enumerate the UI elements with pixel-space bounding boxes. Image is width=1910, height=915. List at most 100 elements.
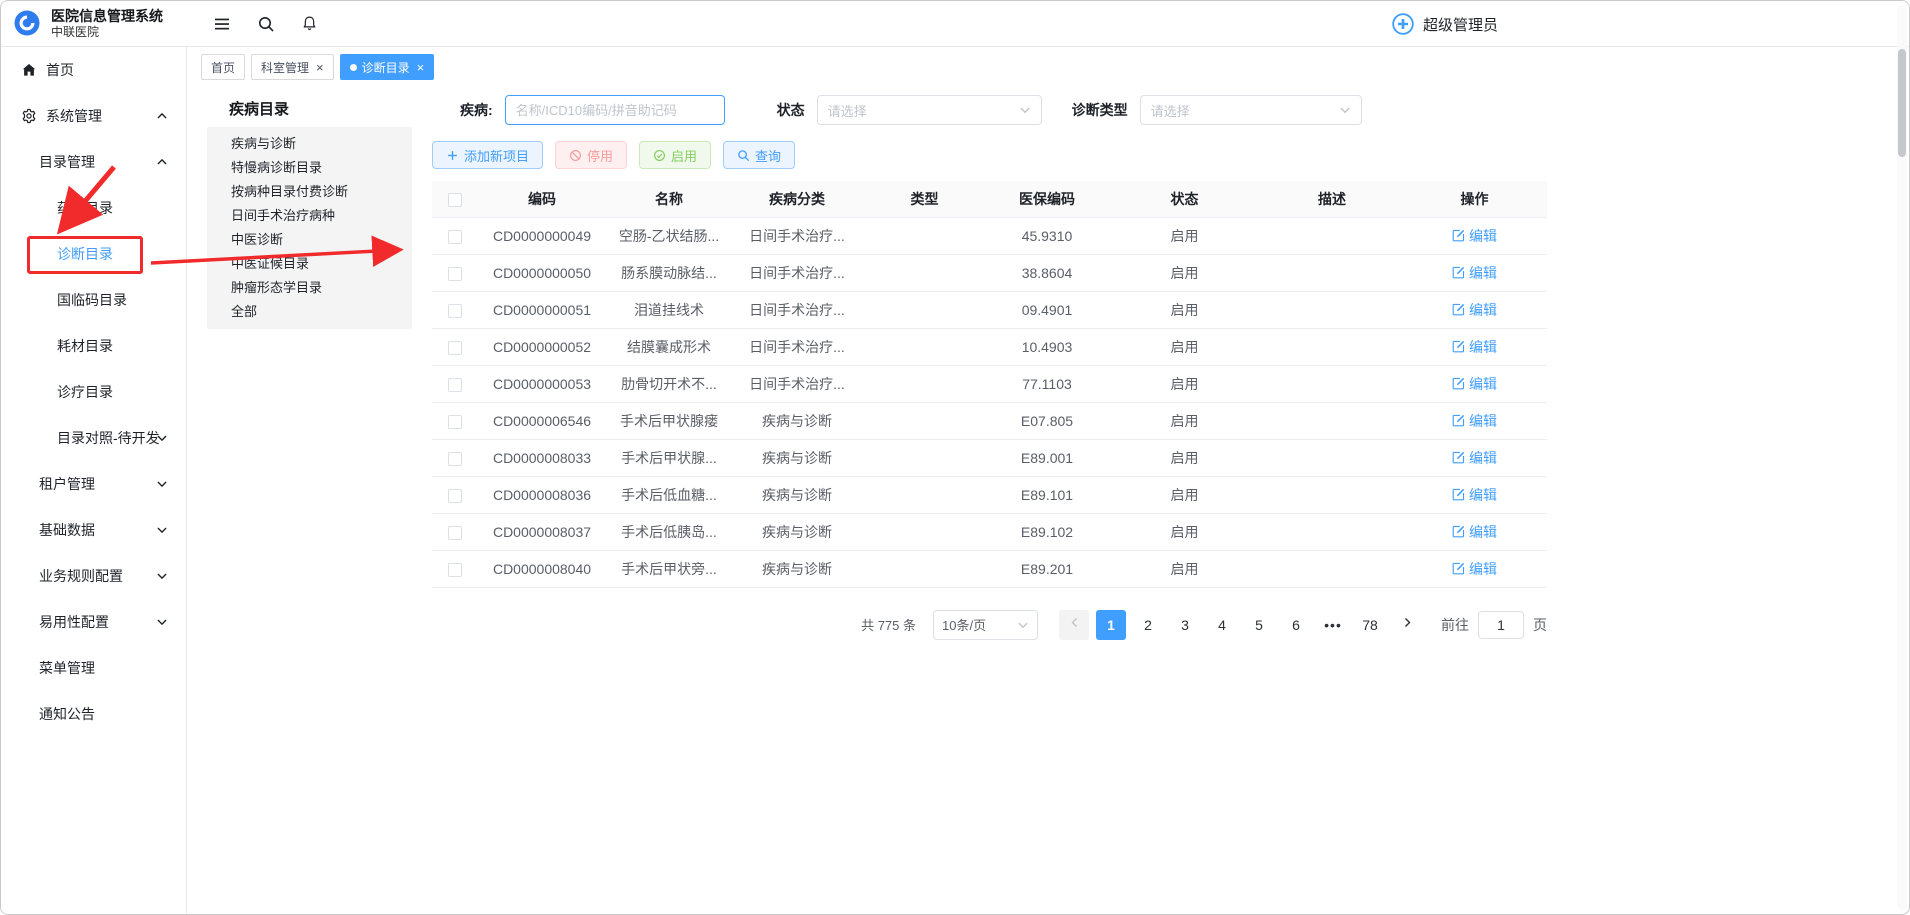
scrollbar-thumb[interactable] [1898,49,1906,157]
sidebar-item[interactable]: 易用性配置 [1,599,186,645]
cell-action: 编辑 [1402,550,1547,587]
tab[interactable]: 诊断目录 × [340,54,435,80]
status-select[interactable]: 请选择 [817,95,1042,125]
catalog-item[interactable]: 肿瘤形态学目录 [207,276,412,300]
add-item-button[interactable]: 添加新项目 [432,141,543,169]
cell-name: 手术后甲状腺瘘 [606,402,732,439]
edit-button[interactable]: 编辑 [1452,263,1497,283]
cell-code: CD0000008033 [478,439,606,476]
sidebar-item[interactable]: 目录对照-待开发 [1,415,186,461]
disease-search-input[interactable] [505,95,725,125]
cell-name: 泪道挂线术 [606,291,732,328]
catalog-list: 疾病与诊断特慢病诊断目录按病种目录付费诊断日间手术治疗病种中医诊断中医证候目录肿… [207,127,412,329]
next-page-button[interactable] [1392,610,1422,640]
sidebar-item[interactable]: 通知公告 [1,691,186,737]
edit-button[interactable]: 编辑 [1452,337,1497,357]
sidebar-item[interactable]: 系统管理 [1,93,186,139]
edit-button[interactable]: 编辑 [1452,485,1497,505]
sidebar-item[interactable]: 业务规则配置 [1,553,186,599]
page-button[interactable]: 5 [1244,610,1274,640]
row-checkbox[interactable] [448,304,462,318]
cell-type [862,254,987,291]
scrollbar-track[interactable] [1897,5,1907,910]
catalog-item[interactable]: 中医诊断 [207,228,412,252]
user-menu[interactable]: 超级管理员 [1391,1,1498,47]
catalog-item[interactable]: 日间手术治疗病种 [207,204,412,228]
tab[interactable]: 首页 [201,54,245,80]
sidebar-item[interactable]: 诊疗目录 [1,369,186,415]
sidebar-item[interactable]: 首页 [1,47,186,93]
page-button[interactable]: 3 [1170,610,1200,640]
sidebar-item-label: 首页 [46,60,74,80]
cell-type [862,439,987,476]
catalog-item[interactable]: 疾病与诊断 [207,132,412,156]
chevron-down-icon [156,616,168,628]
cell-checkbox [432,513,478,550]
page-more-button[interactable]: ••• [1318,610,1348,640]
row-checkbox[interactable] [448,341,462,355]
edit-button[interactable]: 编辑 [1452,226,1497,246]
page-button[interactable]: 6 [1281,610,1311,640]
notification-bell-icon[interactable] [301,15,318,32]
page-button[interactable]: 78 [1355,610,1385,640]
query-button[interactable]: 查询 [723,141,795,169]
page-button[interactable]: 4 [1207,610,1237,640]
edit-button[interactable]: 编辑 [1452,374,1497,394]
sidebar-item[interactable]: 耗材目录 [1,323,186,369]
cell-status: 启用 [1107,254,1262,291]
filter-bar: 疾病: 状态 请选择 诊断类型 请选择 [432,95,1547,125]
sidebar-item[interactable]: 目录管理 [1,139,186,185]
collapse-menu-icon[interactable] [213,15,231,33]
sidebar-item[interactable]: 药品目录 [1,185,186,231]
row-checkbox[interactable] [448,267,462,281]
page-size-select[interactable]: 10条/页 [933,610,1038,640]
close-icon[interactable]: × [316,61,324,74]
cell-type [862,513,987,550]
row-checkbox[interactable] [448,378,462,392]
select-all-checkbox[interactable] [448,193,462,207]
tab-label: 首页 [211,59,235,76]
row-checkbox[interactable] [448,563,462,577]
tab[interactable]: 科室管理× [251,54,334,80]
prev-page-button[interactable] [1059,610,1089,640]
row-checkbox[interactable] [448,526,462,540]
row-checkbox[interactable] [448,489,462,503]
page-button[interactable]: 1 [1096,610,1126,640]
edit-button[interactable]: 编辑 [1452,411,1497,431]
cell-description [1262,254,1402,291]
edit-button[interactable]: 编辑 [1452,448,1497,468]
tab-label: 诊断目录 [362,59,410,76]
edit-button[interactable]: 编辑 [1452,522,1497,542]
sidebar-item[interactable]: 租户管理 [1,461,186,507]
page-button[interactable]: 2 [1133,610,1163,640]
goto-page-input[interactable] [1478,611,1524,639]
sidebar-item[interactable]: 诊断目录 [1,231,186,277]
edit-button[interactable]: 编辑 [1452,300,1497,320]
search-icon[interactable] [257,15,275,33]
sidebar-item[interactable]: 菜单管理 [1,645,186,691]
edit-icon [1452,340,1465,353]
cell-status: 启用 [1107,217,1262,254]
app-brand: 医院信息管理系统 中联医院 [1,7,187,41]
row-checkbox[interactable] [448,230,462,244]
edit-button[interactable]: 编辑 [1452,559,1497,579]
sidebar-item[interactable]: 国临码目录 [1,277,186,323]
sidebar-item[interactable]: 基础数据 [1,507,186,553]
enable-button[interactable]: 启用 [639,141,711,169]
cell-action: 编辑 [1402,217,1547,254]
cell-insurance_code: E89.102 [987,513,1107,550]
close-icon[interactable]: × [417,61,425,74]
row-checkbox[interactable] [448,452,462,466]
sidebar-item-label: 目录对照-待开发 [57,428,160,448]
catalog-item[interactable]: 中医证候目录 [207,252,412,276]
row-checkbox[interactable] [448,415,462,429]
table-head: 编码名称疾病分类类型医保编码状态描述操作 [432,181,1547,217]
cell-code: CD0000000050 [478,254,606,291]
column-header: 名称 [606,181,732,217]
disable-button[interactable]: 停用 [555,141,627,169]
sidebar-item-label: 通知公告 [39,704,95,724]
catalog-item[interactable]: 按病种目录付费诊断 [207,180,412,204]
diagnosis-type-select[interactable]: 请选择 [1140,95,1362,125]
catalog-item[interactable]: 全部 [207,300,412,324]
catalog-item[interactable]: 特慢病诊断目录 [207,156,412,180]
